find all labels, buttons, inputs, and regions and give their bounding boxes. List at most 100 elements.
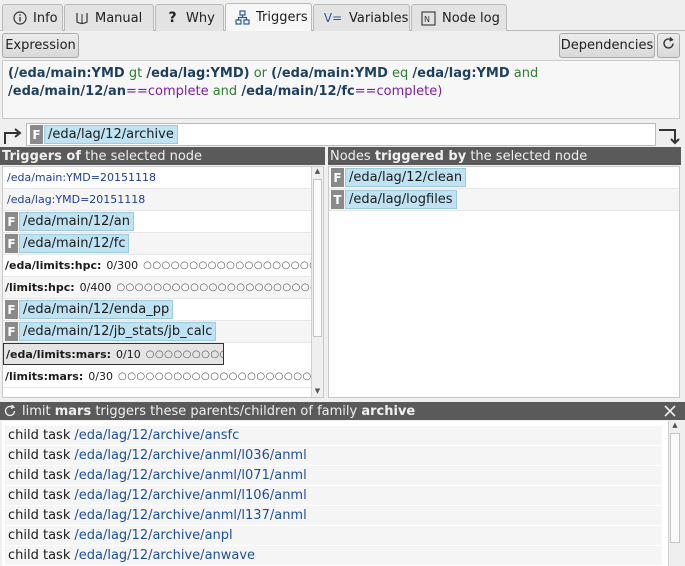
item-path-link[interactable]: /eda/lag/12/archive/anml/l137/anml bbox=[74, 508, 306, 523]
node-label[interactable]: /eda/main/12/an bbox=[19, 212, 134, 231]
list-item[interactable]: /eda/main:YMD=20151118 bbox=[3, 167, 311, 189]
node-label[interactable]: /eda/lag/logfiles bbox=[345, 190, 457, 209]
list-item[interactable]: /eda/lag:YMD=20151118 bbox=[3, 189, 311, 211]
vertical-scrollbar[interactable]: ▲ bbox=[668, 421, 681, 566]
expression-button[interactable]: Expression bbox=[2, 33, 79, 58]
limit-usage-dots: ○○○○○○○○○○ bbox=[145, 348, 223, 360]
limit-name: /limits:mars: bbox=[5, 370, 84, 383]
item-type: child task bbox=[8, 428, 71, 443]
limit-name: /eda/limits:hpc: bbox=[5, 259, 102, 272]
list-item[interactable]: /eda/limits:hpc: 0/300 ○○○○○○○○○○○○○○○○○… bbox=[3, 255, 311, 277]
info-icon bbox=[12, 11, 27, 26]
node-label[interactable]: /eda/main/12/fc bbox=[19, 234, 130, 253]
question-icon: ? bbox=[168, 10, 177, 26]
expr-term: (/eda/main:YMD bbox=[8, 66, 125, 81]
close-icon[interactable] bbox=[663, 403, 677, 419]
refresh-button[interactable] bbox=[657, 33, 680, 58]
list-item[interactable]: child task/eda/lag/12/archive/anml/l137/… bbox=[5, 506, 662, 526]
header-bold: Triggers of bbox=[2, 148, 81, 164]
list-item[interactable]: F /eda/main/12/enda_pp bbox=[3, 299, 311, 321]
expr-term: /eda/main/12/an bbox=[8, 84, 127, 99]
forward-arrow-button[interactable] bbox=[657, 125, 681, 145]
header-text: the selected node bbox=[466, 148, 588, 164]
manual-icon bbox=[74, 11, 89, 26]
node-label[interactable]: /eda/main/12/enda_pp bbox=[19, 300, 174, 319]
vertical-scrollbar[interactable]: ▲ ▼ bbox=[311, 167, 323, 397]
header-text: triggers these parents/children of famil… bbox=[91, 403, 362, 419]
item-path-link[interactable]: /eda/lag/12/archive/anml/l071/anml bbox=[74, 468, 306, 483]
triggered-by-header: Nodes triggered by the selected node bbox=[328, 147, 681, 165]
limit-name: /eda/limits:mars: bbox=[6, 347, 112, 361]
header-bold: archive bbox=[361, 403, 416, 419]
tab-manual[interactable]: Manual bbox=[64, 4, 154, 31]
item-path-link[interactable]: /eda/lag/12/archive/anwave bbox=[74, 548, 255, 563]
list-item[interactable]: child task/eda/lag/12/archive/anml/l106/… bbox=[5, 486, 662, 506]
list-item[interactable]: /limits:hpc: 0/400 ○○○○○○○○○○○○○○○○○○○○○… bbox=[3, 277, 311, 299]
scrollbar-thumb[interactable] bbox=[670, 433, 680, 543]
item-path-link[interactable]: /eda/lag/12/archive/anpl bbox=[74, 528, 232, 543]
list-item[interactable]: child task/eda/lag/12/archive/ansfc bbox=[5, 426, 662, 446]
tab-info[interactable]: Info bbox=[2, 4, 63, 31]
node-state-badge: F bbox=[5, 300, 18, 319]
item-path-link[interactable]: /eda/lag/12/archive/anml/l106/anml bbox=[74, 488, 306, 503]
expr-term: (/eda/main:YMD bbox=[271, 66, 388, 81]
node-label[interactable]: /eda/lag/12/clean bbox=[345, 168, 467, 187]
list-item[interactable]: child task/eda/lag/12/archive/anpl bbox=[5, 526, 662, 546]
tab-triggers[interactable]: Triggers bbox=[225, 3, 312, 31]
list-item[interactable]: /limits:mars: 0/30 ○○○○○○○○○○○○○○○○○○○○○… bbox=[3, 366, 311, 388]
list-item-selected[interactable]: /eda/limits:mars: 0/10 ○○○○○○○○○○ bbox=[3, 343, 224, 365]
dependencies-button[interactable]: Dependencies bbox=[559, 33, 655, 58]
expr-operator: == bbox=[354, 84, 377, 99]
variables-icon: V= bbox=[323, 11, 343, 25]
expression-label: Expression bbox=[5, 38, 76, 53]
list-item[interactable]: F /eda/lag/12/clean bbox=[329, 167, 679, 189]
limit-info-header: limit mars triggers these parents/childr… bbox=[0, 402, 685, 420]
forward-arrow-icon bbox=[659, 129, 680, 145]
list-item[interactable]: T /eda/lag/logfiles bbox=[329, 189, 679, 211]
list-item[interactable]: child task/eda/lag/12/archive/anwave bbox=[5, 546, 662, 566]
tab-label: Why bbox=[186, 10, 215, 26]
item-type: child task bbox=[8, 488, 71, 503]
selected-node-path[interactable]: F /eda/lag/12/archive bbox=[26, 123, 656, 146]
list-item[interactable]: F /eda/main/12/jb_stats/jb_calc bbox=[3, 321, 311, 343]
expr-value: complete) bbox=[376, 84, 443, 99]
node-label[interactable]: /eda/main/12/jb_stats/jb_calc bbox=[19, 322, 217, 341]
list-item[interactable]: F /eda/main/12/fc bbox=[3, 233, 311, 255]
list-item[interactable]: F /eda/main/12/an bbox=[3, 211, 311, 233]
item-type: child task bbox=[8, 508, 71, 523]
limit-value: 0/30 bbox=[88, 370, 113, 383]
node-state-badge: F bbox=[5, 234, 18, 253]
tab-bar: Info Manual ? Why Triggers V= Variables … bbox=[0, 0, 685, 31]
node-label[interactable]: /eda/lag/12/archive bbox=[44, 125, 178, 144]
item-path-link[interactable]: /eda/lag/12/archive/anml/l036/anml bbox=[74, 448, 306, 463]
scroll-down-icon[interactable]: ▼ bbox=[312, 387, 323, 397]
scroll-up-icon[interactable]: ▲ bbox=[669, 421, 681, 431]
limit-name: /limits:hpc: bbox=[5, 281, 75, 294]
list-item[interactable]: child task/eda/lag/12/archive/anml/l036/… bbox=[5, 446, 662, 466]
limit-value: 0/10 bbox=[116, 347, 141, 361]
node-state-badge: F bbox=[30, 125, 43, 144]
item-path-link[interactable]: /eda/lag/12/archive/ansfc bbox=[74, 428, 239, 443]
header-text: the selected node bbox=[81, 148, 203, 164]
limit-usage-dots: ○○○○○○○○○○○○○○○○○○○○○○○○○○○○○ bbox=[117, 371, 311, 382]
expr-operator: and bbox=[212, 84, 238, 99]
refresh-icon[interactable] bbox=[3, 404, 17, 418]
tab-node-log[interactable]: N Node log bbox=[411, 4, 507, 31]
refresh-icon bbox=[661, 36, 676, 55]
node-state-badge: F bbox=[5, 212, 18, 231]
list-item[interactable]: child task/eda/lag/12/archive/anml/l071/… bbox=[5, 466, 662, 486]
node-state-badge: T bbox=[331, 190, 344, 209]
tab-why[interactable]: ? Why bbox=[155, 4, 224, 31]
scroll-up-icon[interactable]: ▲ bbox=[312, 167, 323, 177]
expr-term: /eda/lag:YMD) bbox=[146, 66, 250, 81]
expr-operator: and bbox=[513, 66, 539, 81]
expr-term: /eda/lag:YMD bbox=[412, 66, 510, 81]
back-arrow-button[interactable] bbox=[2, 125, 24, 145]
dependencies-label: Dependencies bbox=[560, 38, 654, 53]
triggers-icon bbox=[235, 10, 250, 25]
limit-value: 0/300 bbox=[106, 259, 139, 272]
scrollbar-thumb[interactable] bbox=[313, 179, 322, 337]
limit-children-list: child task/eda/lag/12/archive/ansfc chil… bbox=[2, 421, 668, 566]
tab-variables[interactable]: V= Variables bbox=[313, 4, 410, 31]
trigger-expression: (/eda/main:YMD gt /eda/lag:YMD) or (/eda… bbox=[2, 60, 680, 119]
